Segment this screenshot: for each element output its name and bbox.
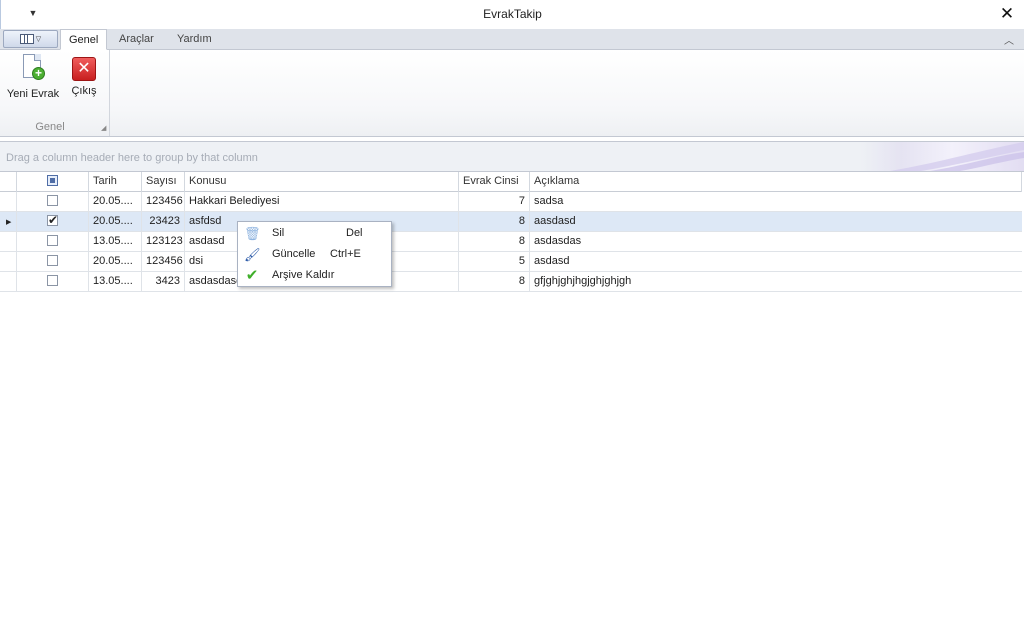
- new-document-label: Yeni Evrak: [6, 88, 60, 100]
- select-all-checkbox-header[interactable]: [17, 172, 89, 192]
- ribbon-panel: + Yeni Evrak ✕ Çıkış Genel ◢: [0, 50, 1024, 137]
- column-header-aciklama[interactable]: Açıklama: [530, 172, 1022, 192]
- cell-sayisi[interactable]: 123456: [142, 192, 185, 212]
- menu-item-shortcut: Del: [346, 227, 363, 239]
- context-menu-item-arsive-kaldir[interactable]: ✔ Arşive Kaldır: [238, 265, 391, 286]
- new-document-icon: +: [21, 54, 45, 84]
- column-header-konusu[interactable]: Konusu: [185, 172, 459, 192]
- cell-evrak-cinsi[interactable]: 8: [459, 232, 530, 252]
- ribbon-group-caption: Genel: [35, 121, 65, 133]
- menu-item-label: Güncelle: [272, 248, 316, 260]
- row-indicator: ▶: [0, 212, 17, 232]
- tab-araclar[interactable]: Araçlar: [111, 29, 162, 50]
- row-checkbox-cell[interactable]: [17, 272, 89, 292]
- tab-yardim[interactable]: Yardım: [169, 29, 220, 50]
- group-launcher-icon[interactable]: ◢: [101, 124, 106, 132]
- row-checkbox[interactable]: [47, 194, 58, 206]
- grid-header-row: Tarih Sayısı Konusu Evrak Cinsi Açıklama: [0, 172, 1022, 192]
- menu-item-label: Sil: [272, 227, 285, 239]
- row-checkbox-cell[interactable]: [17, 212, 89, 232]
- context-menu-item-guncelle[interactable]: 🖌 Güncelle Ctrl+E: [238, 244, 391, 265]
- trash-icon: 🗑: [244, 226, 261, 241]
- row-checkbox-checked[interactable]: [47, 212, 58, 230]
- cell-konusu[interactable]: Hakkari Belediyesi: [185, 192, 459, 212]
- brush-icon: 🖌: [244, 247, 261, 262]
- cell-tarih[interactable]: 13.05....: [89, 272, 142, 292]
- cell-evrak-cinsi[interactable]: 7: [459, 192, 530, 212]
- application-menu-button[interactable]: ▽: [3, 30, 58, 48]
- row-checkbox-cell[interactable]: [17, 252, 89, 272]
- context-menu-item-sil[interactable]: 🗑 Sil Del: [238, 223, 391, 244]
- row-checkbox[interactable]: [47, 274, 58, 286]
- cell-aciklama[interactable]: asdasd: [530, 252, 1022, 272]
- cell-evrak-cinsi[interactable]: 8: [459, 272, 530, 292]
- table-row[interactable]: 13.05.... 123123 asdasd 8 asdasdas: [0, 232, 1022, 252]
- ribbon-tab-strip: ▽ Genel Araçlar Yardım ︿: [0, 29, 1024, 50]
- exit-icon: ✕: [72, 57, 96, 81]
- row-indicator: [0, 192, 17, 212]
- cell-aciklama[interactable]: aasdasd: [530, 212, 1022, 232]
- table-row[interactable]: 20.05.... 123456 dsi 5 asdasd: [0, 252, 1022, 272]
- checkmark-icon: ✔: [245, 267, 259, 284]
- cell-aciklama[interactable]: asdasdas: [530, 232, 1022, 252]
- table-row-selected[interactable]: ▶ 20.05.... 23423 asfdsd 8 aasdasd: [0, 212, 1022, 232]
- cell-sayisi[interactable]: 3423: [142, 272, 185, 292]
- cell-sayisi[interactable]: 123456: [142, 252, 185, 272]
- indicator-header: [0, 172, 17, 192]
- exit-label: Çıkış: [71, 85, 97, 97]
- row-checkbox[interactable]: [47, 234, 58, 246]
- collapse-ribbon-icon[interactable]: ︿: [1002, 32, 1016, 47]
- cell-aciklama[interactable]: sadsa: [530, 192, 1022, 212]
- row-checkbox-cell[interactable]: [17, 232, 89, 252]
- window-title: EvrakTakip: [483, 7, 542, 21]
- title-bar: ▼ EvrakTakip ✕: [0, 0, 1024, 29]
- decorative-swoosh: [889, 142, 1024, 171]
- close-button[interactable]: ✕: [996, 3, 1018, 25]
- row-indicator: [0, 272, 17, 292]
- row-indicator: [0, 232, 17, 252]
- select-all-checkbox[interactable]: [47, 174, 58, 186]
- column-header-tarih[interactable]: Tarih: [89, 172, 142, 192]
- new-document-button[interactable]: + Yeni Evrak: [6, 54, 60, 110]
- group-by-panel[interactable]: Drag a column header here to group by th…: [0, 141, 1024, 172]
- current-row-arrow-icon: ▶: [6, 219, 12, 226]
- cell-aciklama[interactable]: gfjghjghjhgjghjghjgh: [530, 272, 1022, 292]
- tab-genel[interactable]: Genel: [60, 29, 108, 50]
- ribbon-group-genel: + Yeni Evrak ✕ Çıkış Genel ◢: [0, 50, 110, 136]
- cell-tarih[interactable]: 13.05....: [89, 232, 142, 252]
- row-checkbox[interactable]: [47, 254, 58, 266]
- group-panel-hint: Drag a column header here to group by th…: [6, 152, 258, 164]
- context-menu: 🗑 Sil Del 🖌 Güncelle Ctrl+E ✔ Arşive Kal…: [237, 221, 392, 287]
- row-indicator: [0, 252, 17, 272]
- row-checkbox-cell[interactable]: [17, 192, 89, 212]
- cell-tarih[interactable]: 20.05....: [89, 192, 142, 212]
- cell-sayisi[interactable]: 23423: [142, 212, 185, 232]
- chevron-down-icon: ▽: [35, 36, 42, 43]
- table-row[interactable]: 13.05.... 3423 asdasdasd 8 gfjghjghjhgjg…: [0, 272, 1022, 292]
- app-menu-icon: [19, 34, 34, 44]
- cell-tarih[interactable]: 20.05....: [89, 212, 142, 232]
- menu-item-label: Arşive Kaldır: [272, 269, 335, 281]
- exit-button[interactable]: ✕ Çıkış: [64, 54, 104, 110]
- column-header-sayisi[interactable]: Sayısı: [142, 172, 185, 192]
- table-row[interactable]: 20.05.... 123456 Hakkari Belediyesi 7 sa…: [0, 192, 1022, 212]
- cell-sayisi[interactable]: 123123: [142, 232, 185, 252]
- cell-evrak-cinsi[interactable]: 8: [459, 212, 530, 232]
- cell-evrak-cinsi[interactable]: 5: [459, 252, 530, 272]
- cell-tarih[interactable]: 20.05....: [89, 252, 142, 272]
- column-header-evrak-cinsi[interactable]: Evrak Cinsi: [459, 172, 530, 192]
- menu-item-shortcut: Ctrl+E: [330, 248, 361, 260]
